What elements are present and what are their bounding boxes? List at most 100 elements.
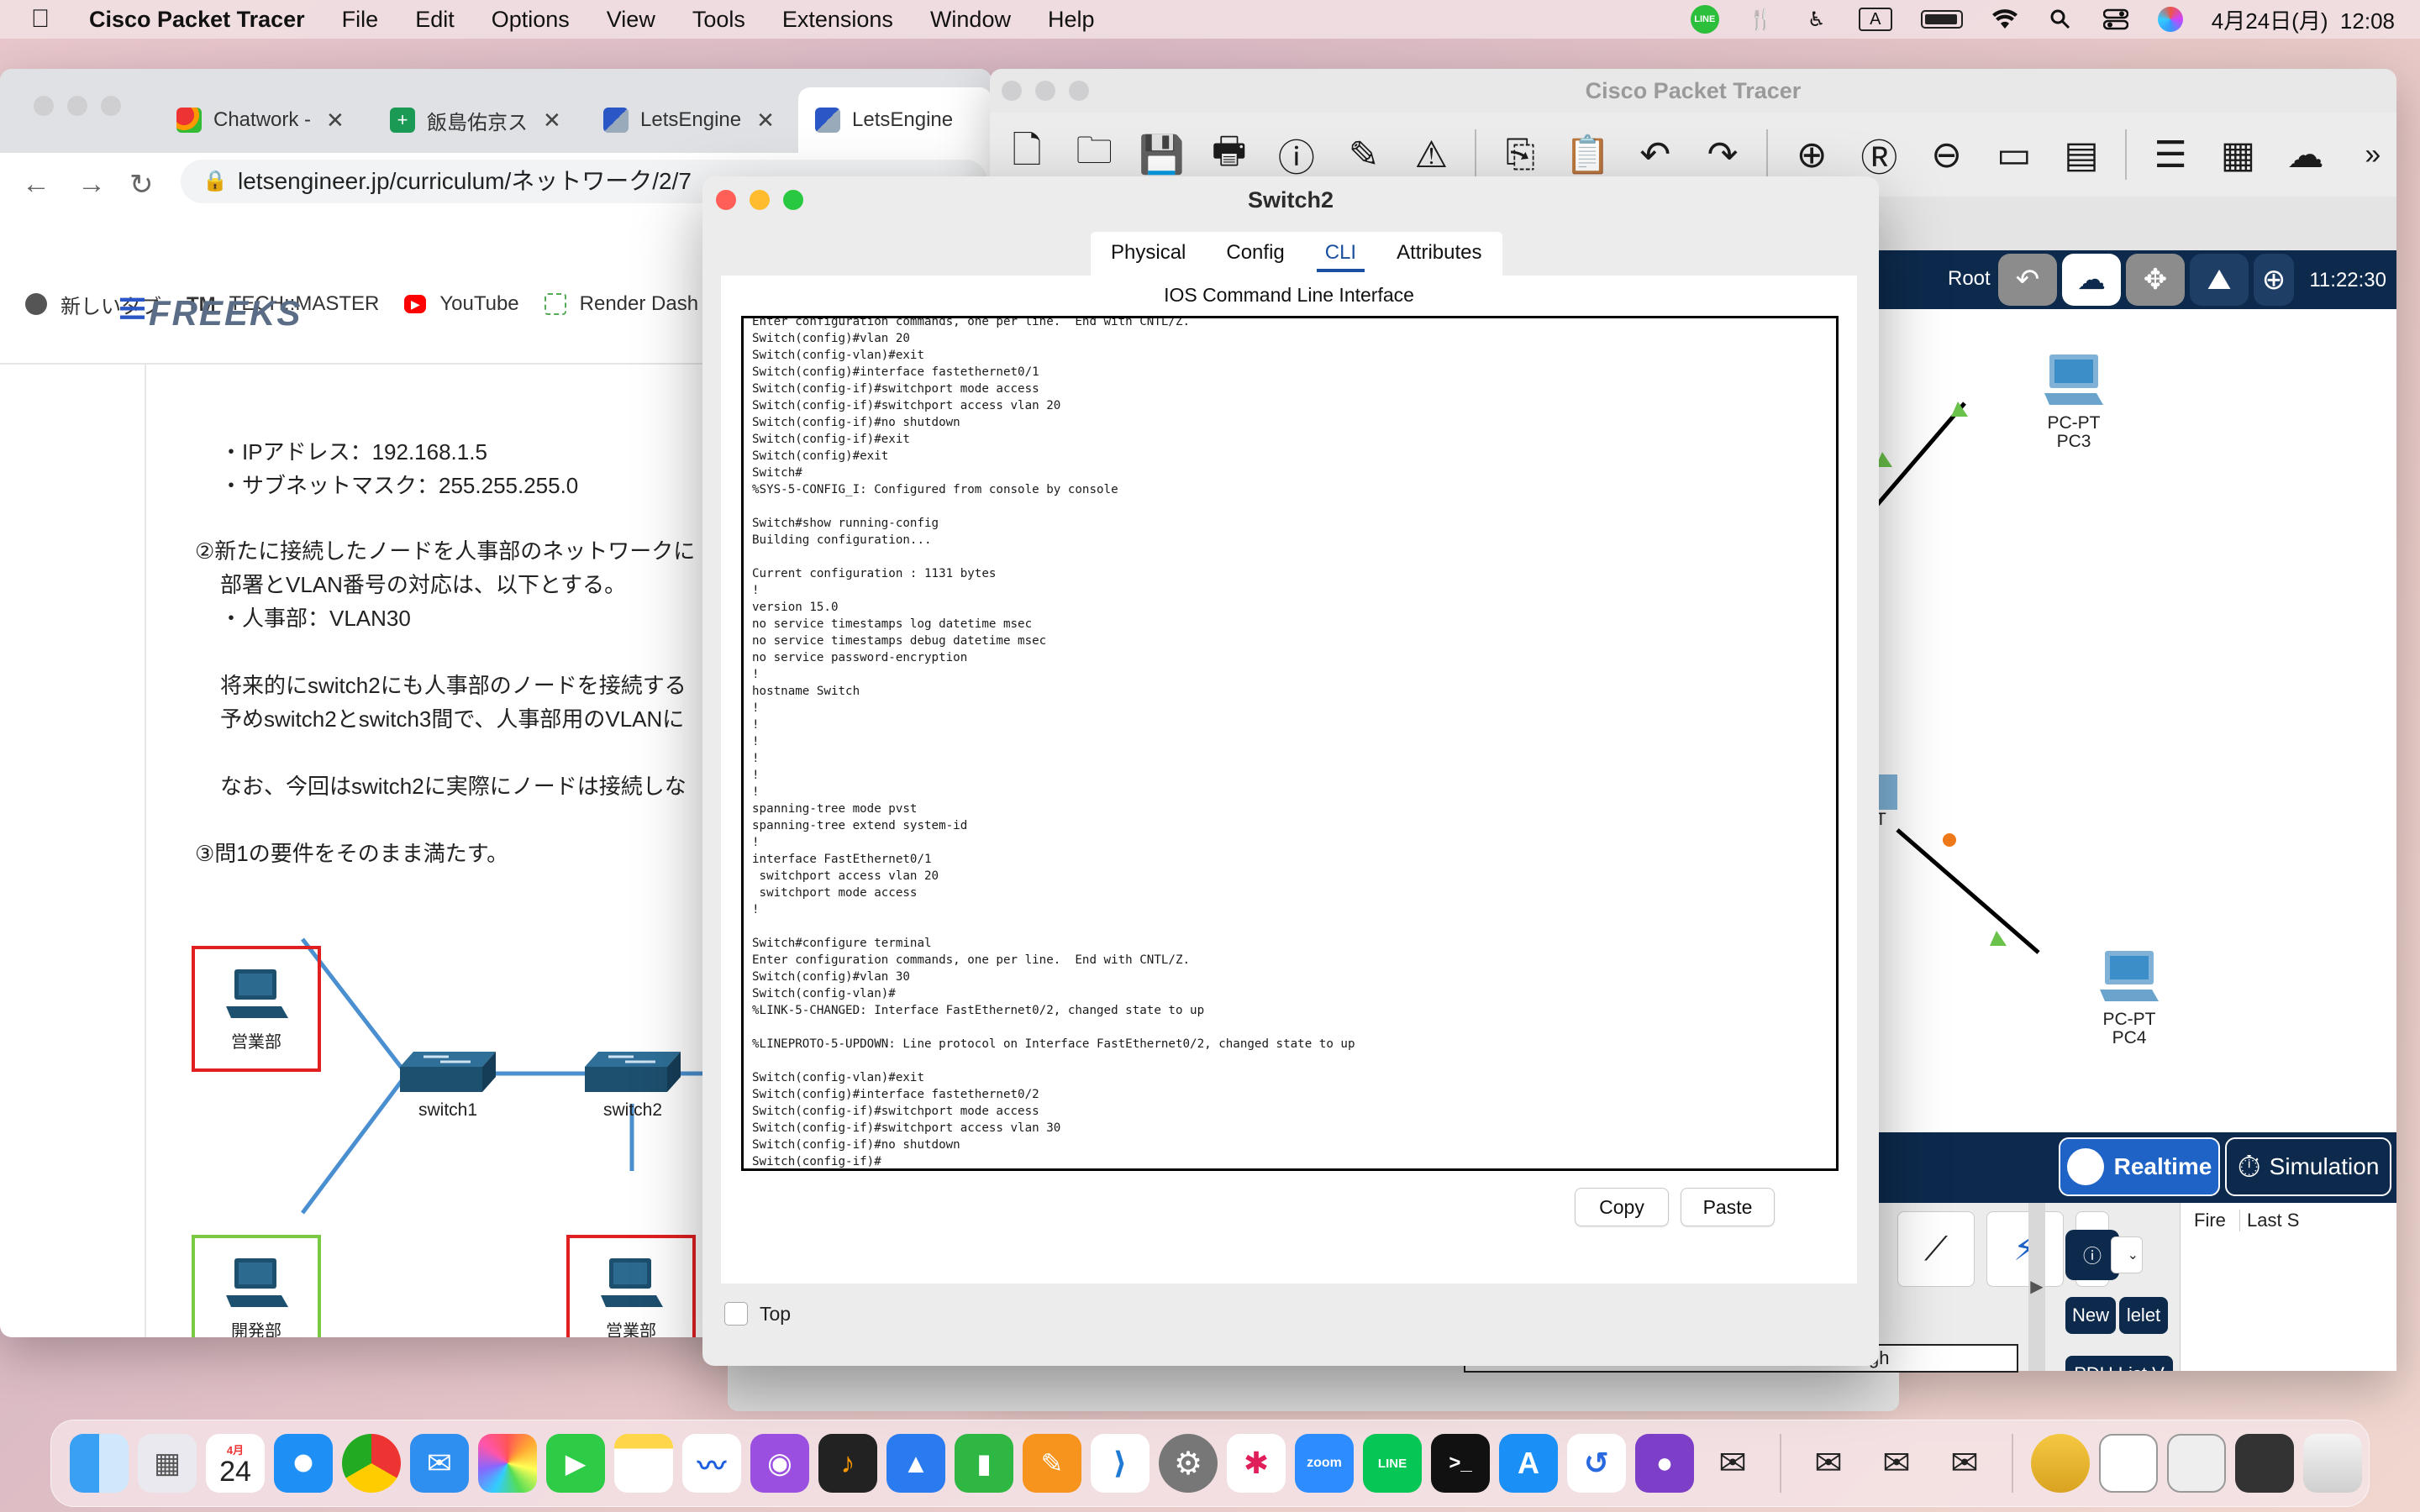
activity-wizard-icon[interactable]: ✎	[1340, 130, 1387, 179]
freeform-icon[interactable]: 〰	[682, 1434, 741, 1493]
menu-help[interactable]: Help	[1048, 7, 1095, 33]
reload-icon[interactable]: ↻	[129, 168, 154, 202]
packet-tracer-icon[interactable]: ✉	[1867, 1434, 1926, 1493]
close-tab-icon[interactable]: ✕	[326, 108, 345, 134]
top-checkbox-row[interactable]: Top	[724, 1302, 791, 1326]
pdu-list-button[interactable]: PDU List V	[2065, 1356, 2173, 1371]
browser-tab-sheet[interactable]: + 飯島佑京ス ✕	[373, 87, 575, 153]
zoom-window-button[interactable]	[1069, 81, 1089, 101]
numbers-icon[interactable]: ▮	[955, 1434, 1013, 1493]
browser-tab-chatwork[interactable]: Chatwork - ✕	[160, 87, 361, 153]
pages-icon[interactable]: ✎	[1023, 1434, 1081, 1493]
app-name-menu[interactable]: Cisco Packet Tracer	[89, 7, 305, 33]
undo-icon[interactable]: ↶	[1632, 130, 1679, 179]
terminal-icon[interactable]: >_	[1431, 1434, 1490, 1493]
keynote-icon[interactable]: ▲	[886, 1434, 945, 1493]
panel-expand-icon[interactable]: ▶	[2028, 1203, 2045, 1371]
device-dialog-icon[interactable]: ▦	[2214, 130, 2261, 179]
packet-tracer-icon[interactable]: ✉	[1799, 1434, 1858, 1493]
print-icon[interactable]: 🖶	[1206, 130, 1253, 179]
custom-device-icon[interactable]: ⚠	[1407, 130, 1455, 179]
paste-icon[interactable]: 📋	[1565, 130, 1612, 179]
menu-file[interactable]: File	[342, 7, 379, 33]
close-tab-icon[interactable]: ✕	[543, 108, 561, 134]
line-status-icon[interactable]: LINE	[1690, 5, 1719, 34]
forward-icon[interactable]: →	[77, 168, 106, 201]
top-checkbox[interactable]	[724, 1302, 748, 1326]
menubar-clock[interactable]: 4月24日(月) 12:08	[2212, 4, 2395, 35]
back-icon[interactable]: ↶	[1998, 254, 2057, 306]
webex-icon[interactable]: ↺	[1567, 1434, 1626, 1493]
database-icon[interactable]	[2031, 1434, 2090, 1493]
packet-tracer-icon[interactable]: ✉	[1703, 1434, 1762, 1493]
facetime-icon[interactable]: ▶	[546, 1434, 605, 1493]
trash-icon[interactable]	[2303, 1434, 2362, 1493]
menu-edit[interactable]: Edit	[415, 7, 455, 33]
crossover-cable-icon[interactable]: ⟋	[1897, 1211, 1975, 1287]
move-icon[interactable]: ✥	[2126, 254, 2185, 306]
rectangle-icon[interactable]: ▭	[1991, 130, 2038, 179]
app-store-icon[interactable]: A	[1499, 1434, 1558, 1493]
cloud-icon[interactable]: ☁	[2062, 254, 2121, 306]
screenshot-icon[interactable]	[2235, 1434, 2294, 1493]
search-icon[interactable]	[2047, 8, 2074, 31]
simulation-mode-button[interactable]: ⏱ Simulation	[2225, 1137, 2391, 1196]
menu-view[interactable]: View	[607, 7, 655, 33]
vscode-icon[interactable]: ⟩	[1091, 1434, 1150, 1493]
safari-icon[interactable]	[274, 1434, 333, 1493]
viewport-globe-icon[interactable]: ⊕	[2254, 254, 2294, 306]
redo-icon[interactable]: ↷	[1699, 130, 1746, 179]
browser-tab-letsengineer[interactable]: LetsEngine ✕	[587, 87, 788, 153]
close-tab-icon[interactable]: ✕	[756, 108, 775, 134]
open-folder-icon[interactable]: 🗀	[1071, 130, 1118, 179]
notes-icon[interactable]	[614, 1434, 673, 1493]
line-icon[interactable]: LINE	[1363, 1434, 1422, 1493]
system-settings-icon[interactable]: ⚙	[1159, 1434, 1218, 1493]
copy-button[interactable]: Copy	[1575, 1188, 1669, 1226]
garageband-icon[interactable]: ♪	[818, 1434, 877, 1493]
cli-console[interactable]: Enter configuration commands, one per li…	[741, 316, 1839, 1171]
wifi-icon[interactable]	[1991, 8, 2018, 31]
mail-icon[interactable]: ✉	[410, 1434, 469, 1493]
chrome-icon[interactable]	[342, 1434, 401, 1493]
zoom-icon[interactable]: zoom	[1295, 1434, 1354, 1493]
realtime-mode-button[interactable]: Realtime	[2059, 1137, 2220, 1196]
copy-icon[interactable]: ⎘	[1497, 130, 1544, 179]
viewport-icon[interactable]: ☁	[2281, 130, 2328, 179]
more-icon[interactable]: »	[2349, 130, 2396, 179]
zoom-in-icon[interactable]: ⊕	[1788, 130, 1835, 179]
minimize-window-button[interactable]	[67, 96, 87, 116]
back-icon[interactable]: ←	[22, 168, 50, 201]
zoom-out-icon[interactable]: ⊖	[1923, 130, 1970, 179]
pdu-new-button[interactable]: New	[2065, 1297, 2116, 1334]
input-source-icon[interactable]: A	[1858, 8, 1892, 31]
tab-cli[interactable]: CLI	[1305, 232, 1376, 276]
zoom-window-button[interactable]	[101, 96, 121, 116]
tab-config[interactable]: Config	[1206, 232, 1304, 276]
photos-icon[interactable]	[478, 1434, 537, 1493]
info-icon[interactable]: ⓘ	[1273, 130, 1320, 179]
save-icon[interactable]: 💾	[1138, 130, 1185, 179]
slack-icon[interactable]: ✱	[1227, 1434, 1286, 1493]
close-window-button[interactable]	[34, 96, 54, 116]
pt-logical-workspace[interactable]: PC-PT PC3 PC-PT PC4 T	[1872, 309, 2396, 1132]
pdu-scenario-select[interactable]: ⌄	[2111, 1236, 2143, 1273]
menu-extensions[interactable]: Extensions	[782, 7, 893, 33]
pdu-delete-button[interactable]: lelet	[2119, 1297, 2168, 1334]
battery-icon[interactable]	[1920, 10, 1963, 29]
github-desktop-icon[interactable]: ●	[1635, 1434, 1694, 1493]
zoom-window-button[interactable]	[783, 190, 803, 210]
screenshot-icon[interactable]	[2167, 1434, 2226, 1493]
zoom-reset-icon[interactable]: Ⓡ	[1855, 130, 1902, 179]
pt-device-pc3[interactable]: PC-PT PC3	[2032, 351, 2116, 451]
apple-menu-icon[interactable]: 	[17, 5, 64, 34]
new-file-icon[interactable]: 🗋	[1003, 130, 1050, 179]
calendar-icon[interactable]: 4月 24	[206, 1434, 265, 1493]
packet-tracer-icon[interactable]: ✉	[1935, 1434, 1994, 1493]
browser-tab-letsengineer-active[interactable]: LetsEngine	[798, 87, 992, 153]
accessibility-icon[interactable]: ♿	[1803, 8, 1830, 31]
pt-device-pc4[interactable]: PC-PT PC4	[2087, 948, 2171, 1047]
fork-knife-icon[interactable]: 🍴	[1748, 8, 1775, 31]
menu-window[interactable]: Window	[930, 7, 1011, 33]
screenshot-icon[interactable]	[2099, 1434, 2158, 1493]
